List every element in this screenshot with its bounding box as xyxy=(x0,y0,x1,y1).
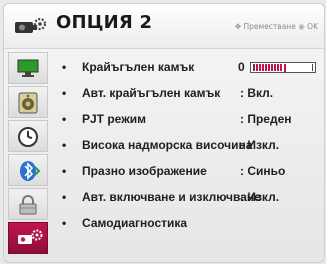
slider-tick-right xyxy=(312,64,313,71)
menu-item-auto-keystone[interactable]: • Авт. крайъгълен камък : Вкл. xyxy=(52,82,322,106)
bluetooth-icon xyxy=(20,161,41,181)
lock-icon xyxy=(19,195,37,215)
sidebar-item-time[interactable] xyxy=(8,120,48,152)
sidebar-item-option[interactable] xyxy=(8,222,48,254)
move-arrows-icon: ✥ xyxy=(234,22,242,31)
menu-item-label: Самодиагностика xyxy=(82,216,188,230)
bullet: • xyxy=(62,216,67,230)
monitor-icon xyxy=(17,59,39,77)
menu-item-label: Авт. включване и изключване xyxy=(82,190,261,204)
bullet: • xyxy=(62,86,67,100)
menu-header: ОПЦИЯ 2 ✥ Преместване ◉ OK xyxy=(4,4,324,49)
settings-projector-icon xyxy=(15,17,46,33)
page-title: ОПЦИЯ 2 xyxy=(56,12,153,33)
navigation-hint: ✥ Преместване ◉ OK xyxy=(235,22,318,31)
bullet: • xyxy=(62,112,67,126)
clock-icon xyxy=(18,127,38,147)
keystone-value: 0 xyxy=(238,60,245,74)
sidebar-item-audio[interactable] xyxy=(8,86,48,118)
category-sidebar xyxy=(8,50,48,258)
bullet: • xyxy=(62,138,67,152)
menu-item-label: Авт. крайъгълен камък xyxy=(82,86,221,100)
menu-item-high-altitude[interactable]: • Висока надморска височина : Изкл. xyxy=(52,134,322,158)
bullet: • xyxy=(62,190,67,204)
slider-center-marker xyxy=(284,64,286,72)
bullet: • xyxy=(62,164,67,178)
menu-item-label: PJT режим xyxy=(82,112,146,126)
hint-move-label: Преместване xyxy=(243,22,296,31)
sidebar-item-lock[interactable] xyxy=(8,188,48,220)
option-settings-icon xyxy=(18,229,43,244)
keystone-slider[interactable] xyxy=(250,62,316,73)
menu-item-value: : Вкл. xyxy=(240,86,274,100)
menu-item-blank-image[interactable]: • Празно изображение : Синьо xyxy=(52,160,322,184)
sidebar-item-bluetooth[interactable] xyxy=(8,154,48,186)
bullet: • xyxy=(62,60,67,74)
menu-item-label: Висока надморска височина xyxy=(82,138,253,152)
menu-item-keystone[interactable]: • Крайъгълен камък 0 xyxy=(52,56,322,80)
ok-button-icon: ◉ xyxy=(298,22,305,31)
menu-item-value: : Преден xyxy=(240,112,292,126)
menu-item-label: Крайъгълен камък xyxy=(82,60,195,74)
menu-item-pjt-mode[interactable]: • PJT режим : Преден xyxy=(52,108,322,132)
menu-item-auto-power[interactable]: • Авт. включване и изключване : Изкл. xyxy=(52,186,322,210)
osd-menu: ОПЦИЯ 2 ✥ Преместване ◉ OK • Крайъгълен … xyxy=(3,3,325,263)
sidebar-item-picture[interactable] xyxy=(8,52,48,84)
menu-item-value: : Синьо xyxy=(240,164,286,178)
menu-item-label: Празно изображение xyxy=(82,164,207,178)
menu-item-value: : Изкл. xyxy=(240,190,280,204)
option-list: • Крайъгълен камък 0 • Авт. крайъгълен к… xyxy=(52,54,322,260)
menu-item-value: : Изкл. xyxy=(240,138,280,152)
slider-fill xyxy=(253,64,283,71)
hint-ok-label: OK xyxy=(307,22,318,31)
speaker-icon xyxy=(18,92,38,114)
slider-tick-left xyxy=(253,64,254,71)
menu-item-self-diagnosis[interactable]: • Самодиагностика xyxy=(52,212,322,236)
